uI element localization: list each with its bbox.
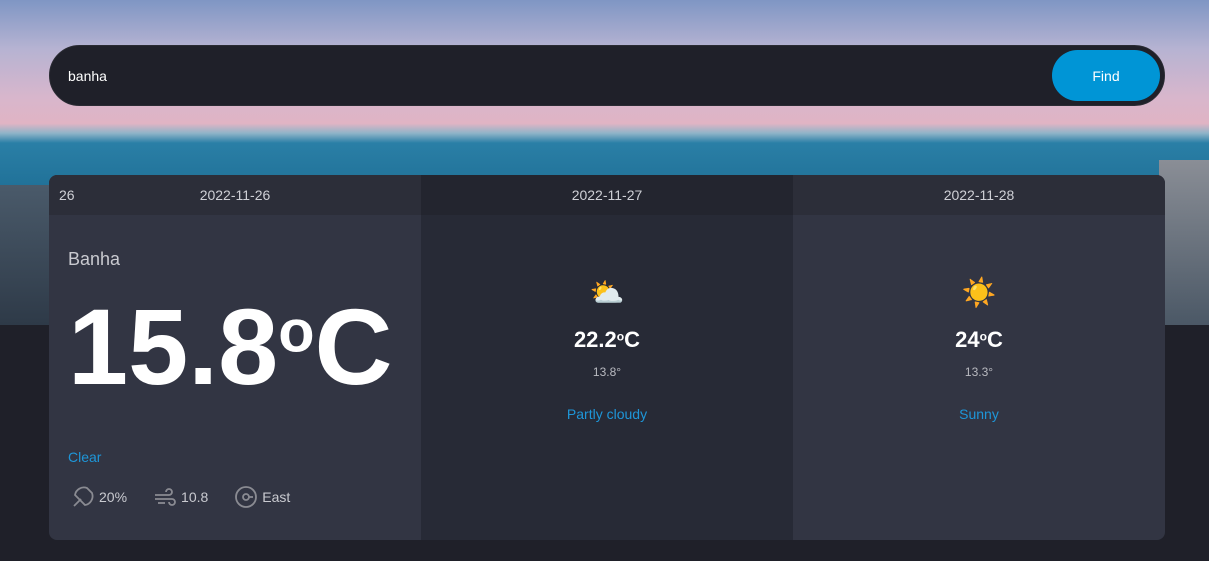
- forecast-condition: Sunny: [959, 406, 999, 422]
- today-header: 26 2022-11-26: [49, 175, 421, 215]
- today-date: 2022-11-26: [199, 187, 271, 203]
- forecast-min-temp: 13.3°: [964, 365, 994, 379]
- forecast-day-2: 2022-11-28 ☀️ 24oC 13.3° Sunny: [793, 175, 1165, 540]
- sun-icon: ☀️: [961, 277, 997, 308]
- weather-stats: 20% 10.8 East: [71, 485, 290, 509]
- wind-stat: 10.8: [153, 485, 208, 509]
- forecast-max-temp: 24oC: [955, 327, 1003, 352]
- current-condition: Clear: [68, 449, 102, 465]
- forecast-max-temp: 22.2oC: [573, 327, 641, 352]
- forecast-day-1: 2022-11-27 ⛅ 22.2oC 13.8° Partly cloudy: [421, 175, 793, 540]
- search-bar: Find: [49, 45, 1165, 106]
- precipitation-stat: 20%: [71, 485, 127, 509]
- find-button[interactable]: Find: [1052, 50, 1160, 101]
- forecast-date: 2022-11-27: [421, 175, 793, 215]
- forecast-date: 2022-11-28: [793, 175, 1165, 215]
- wind-icon: [155, 488, 176, 506]
- day-number: 26: [59, 187, 75, 203]
- location-name: Banha: [68, 249, 121, 269]
- forecast-condition: Partly cloudy: [566, 406, 648, 422]
- umbrella-icon: [73, 486, 94, 507]
- compass-icon: [235, 486, 258, 508]
- current-temperature: 15.8oC: [68, 286, 393, 407]
- partly-cloudy-icon: ⛅: [589, 277, 625, 308]
- today-column: 26 2022-11-26 Banha 15.8oC Clear 20% 10.…: [49, 175, 421, 540]
- weather-card: 26 2022-11-26 Banha 15.8oC Clear 20% 10.…: [49, 175, 1165, 540]
- direction-stat: East: [234, 485, 290, 509]
- forecast-min-temp: 13.8°: [592, 365, 622, 379]
- search-input[interactable]: [68, 64, 968, 88]
